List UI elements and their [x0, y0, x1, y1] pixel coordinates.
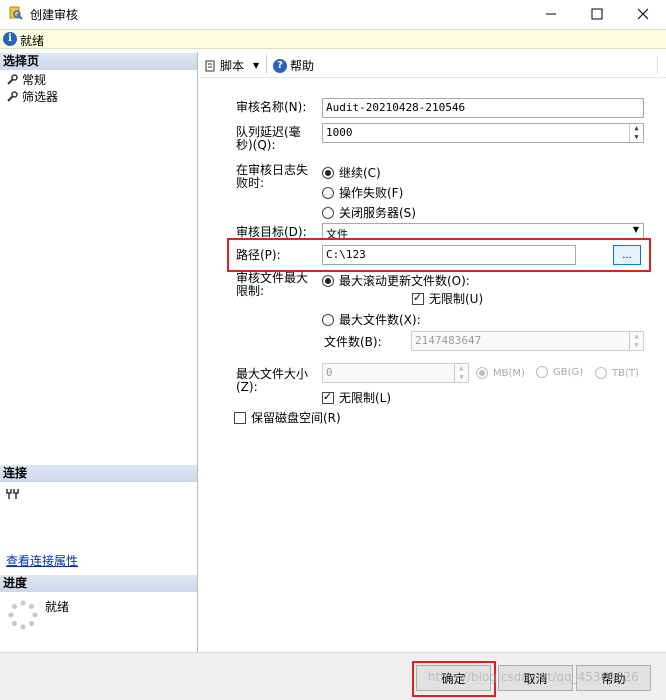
checkbox-icon	[234, 411, 246, 424]
queue-delay-label: 队列延迟(毫 秒)(Q):	[236, 125, 301, 152]
status-strip	[0, 29, 666, 49]
spin-buttons[interactable]: ▲ ▼	[454, 364, 468, 382]
audit-name-label: 审核名称(N):	[236, 100, 307, 114]
window-title: 创建审核	[30, 8, 79, 22]
maximize-button[interactable]	[574, 0, 620, 28]
nav-item-filter[interactable]: 筛选器	[6, 88, 58, 105]
queue-delay-input[interactable]: 1000 ▲ ▼	[322, 123, 644, 143]
radio-max-rollover[interactable]: 最大滚动更新文件数(O):	[322, 272, 470, 289]
progress-header: 进度	[0, 575, 197, 592]
close-icon	[637, 8, 649, 20]
help-button[interactable]: 帮助	[576, 665, 651, 691]
checkbox-icon	[412, 291, 424, 305]
checkbox-unlimited[interactable]: 无限制(U)	[412, 290, 483, 307]
radio-icon	[595, 367, 607, 379]
radio-icon	[476, 367, 488, 379]
radio-max-files[interactable]: 最大文件数(X):	[322, 311, 421, 328]
max-size-input[interactable]: 0 ▲ ▼	[322, 363, 469, 383]
highlight-box-path	[227, 238, 651, 272]
radio-unit-gb[interactable]: GB(G)	[536, 366, 583, 378]
radio-unit-tb[interactable]: TB(T)	[595, 367, 639, 379]
radio-icon	[322, 186, 334, 199]
status-text: 就绪	[20, 34, 45, 48]
radio-unit-mb[interactable]: MB(M)	[476, 367, 525, 379]
connection-icon	[6, 489, 19, 499]
max-size-label: 最大文件大小 (Z):	[236, 367, 309, 394]
help-icon: ?	[273, 58, 287, 73]
radio-icon	[322, 313, 334, 326]
wrench-icon	[7, 73, 18, 85]
wrench-icon	[7, 90, 18, 102]
spin-buttons[interactable]: ▲ ▼	[629, 332, 643, 350]
nav-item-label: 常规	[22, 73, 47, 87]
radio-fail-operation[interactable]: 操作失败(F)	[322, 184, 403, 201]
progress-status: 就绪	[45, 600, 70, 614]
nav-item-label: 筛选器	[22, 90, 59, 104]
maximize-icon	[591, 8, 603, 20]
radio-icon	[322, 274, 334, 287]
toolbar	[199, 52, 666, 78]
file-count-input[interactable]: 2147483647 ▲ ▼	[411, 331, 644, 351]
checkbox-reserve-disk[interactable]: 保留磁盘空间(R)	[234, 409, 341, 426]
max-limit-label: 审核文件最大 限制:	[236, 271, 309, 298]
spinner-icon	[8, 600, 38, 630]
radio-shutdown-server[interactable]: 关闭服务器(S)	[322, 204, 416, 221]
info-icon: i	[3, 32, 17, 46]
connection-header: 连接	[0, 465, 197, 482]
toolbar-divider	[266, 55, 267, 73]
radio-continue[interactable]: 继续(C)	[322, 164, 381, 181]
select-page-header: 选择页	[0, 53, 197, 70]
script-icon	[205, 60, 215, 71]
checkbox-size-unlimited[interactable]: 无限制(L)	[322, 389, 391, 406]
script-label: 脚本	[220, 59, 245, 73]
help-toolbar-button[interactable]: ? 帮助	[273, 57, 314, 74]
chevron-down-icon: ▼	[253, 61, 260, 70]
file-count-label: 文件数(B):	[324, 335, 382, 349]
checkbox-icon	[322, 390, 334, 404]
radio-icon	[322, 206, 334, 219]
radio-icon	[322, 166, 334, 179]
on-failure-label: 在审核日志失 败时:	[236, 163, 309, 190]
radio-icon	[536, 366, 548, 378]
minimize-icon	[546, 13, 556, 15]
nav-item-general[interactable]: 常规	[6, 71, 46, 88]
chevron-down-icon: ▼	[632, 225, 639, 234]
script-button[interactable]: 脚本 ▼	[203, 57, 259, 74]
minimize-button[interactable]	[528, 0, 574, 28]
highlight-box-ok	[412, 661, 496, 697]
close-button[interactable]	[620, 0, 666, 28]
audit-name-input[interactable]: Audit-20210428-210546	[322, 98, 644, 118]
toolbar-overflow	[657, 56, 665, 74]
help-label: 帮助	[290, 59, 315, 73]
view-connection-properties-link[interactable]: 查看连接属性	[6, 552, 78, 569]
cancel-button[interactable]: 取消	[498, 665, 573, 691]
spin-buttons[interactable]: ▲ ▼	[629, 124, 643, 142]
audit-app-icon	[9, 6, 23, 20]
